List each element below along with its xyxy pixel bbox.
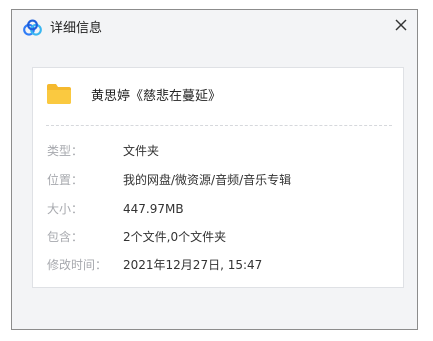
type-label: 类型： [47,144,84,158]
size-label: 大小： [47,202,84,216]
modified-time-label: 修改时间： [47,258,108,272]
details-dialog: 详细信息 黄思婷《慈悲在蔓延》 类型： 文件夹 位置： 我的网盘/微资源/音频/… [11,9,418,330]
divider [46,125,392,126]
dialog-title: 详细信息 [50,21,103,36]
contains-label: 包含： [47,230,84,244]
location-label: 位置： [47,173,84,187]
type-value: 文件夹 [123,144,160,158]
size-value: 447.97MB [123,202,184,216]
file-name: 黄思婷《慈悲在蔓延》 [91,89,222,104]
contains-value: 2个文件,0个文件夹 [123,230,227,244]
location-value: 我的网盘/微资源/音频/音乐专辑 [123,173,292,187]
modified-time-value: 2021年12月27日, 15:47 [123,258,263,272]
details-panel: 黄思婷《慈悲在蔓延》 类型： 文件夹 位置： 我的网盘/微资源/音频/音乐专辑 … [32,67,404,288]
close-icon[interactable] [391,15,411,35]
folder-icon [47,84,71,104]
dialog-titlebar: 详细信息 [12,10,417,48]
cloud-logo-icon [23,19,42,36]
